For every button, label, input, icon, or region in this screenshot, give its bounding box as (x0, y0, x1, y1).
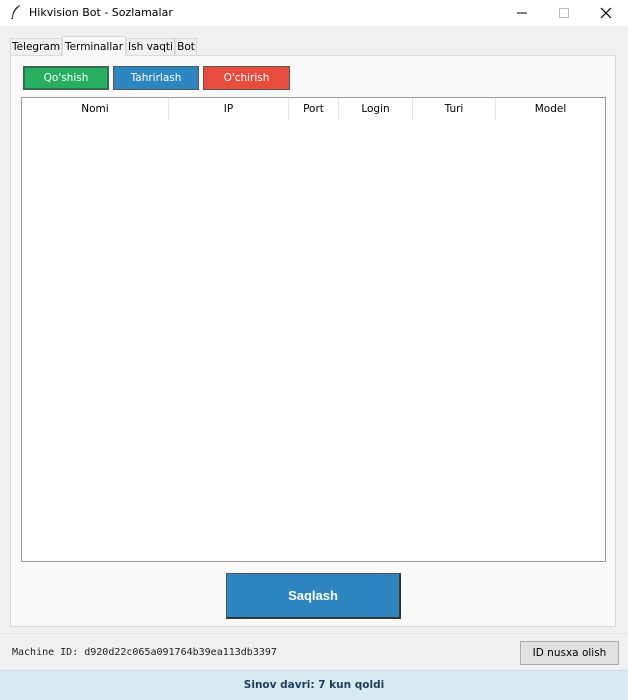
tab-telegram[interactable]: Telegram (10, 38, 62, 55)
tab-ish-vaqti[interactable]: Ish vaqti (126, 38, 175, 55)
column-header-login[interactable]: Login (339, 98, 413, 120)
status-bar: Sinov davri: 7 kun qoldi (0, 670, 628, 700)
machine-id-text: Machine ID: d920d22c065a091764b39ea113db… (12, 647, 277, 658)
maximize-button[interactable] (542, 0, 586, 26)
save-button[interactable]: Saqlash (226, 573, 401, 619)
feather-icon (10, 5, 20, 19)
window-title: Hikvision Bot - Sozlamalar (29, 6, 173, 19)
tab-bot[interactable]: Bot (175, 38, 197, 55)
column-header-port[interactable]: Port (289, 98, 339, 120)
minimize-icon (517, 12, 527, 14)
terminals-table[interactable]: Nomi IP Port Login Turi Model (21, 97, 606, 562)
minimize-button[interactable] (500, 0, 544, 26)
column-header-turi[interactable]: Turi (413, 98, 496, 120)
close-icon (600, 7, 612, 19)
column-header-nomi[interactable]: Nomi (22, 98, 169, 120)
column-header-ip[interactable]: IP (169, 98, 289, 120)
delete-button[interactable]: O'chirish (203, 66, 290, 90)
close-button[interactable] (584, 0, 628, 26)
maximize-icon (559, 8, 569, 18)
edit-button[interactable]: Tahrirlash (113, 66, 199, 90)
column-header-model[interactable]: Model (496, 98, 605, 120)
tab-terminallar[interactable]: Terminallar (62, 36, 126, 56)
title-bar: Hikvision Bot - Sozlamalar (0, 0, 628, 26)
divider (0, 633, 628, 634)
add-button[interactable]: Qo'shish (23, 66, 109, 90)
trial-status-text: Sinov davri: 7 kun qoldi (243, 679, 385, 691)
copy-id-button[interactable]: ID nusxa olish (520, 641, 619, 665)
table-header: Nomi IP Port Login Turi Model (22, 98, 605, 120)
